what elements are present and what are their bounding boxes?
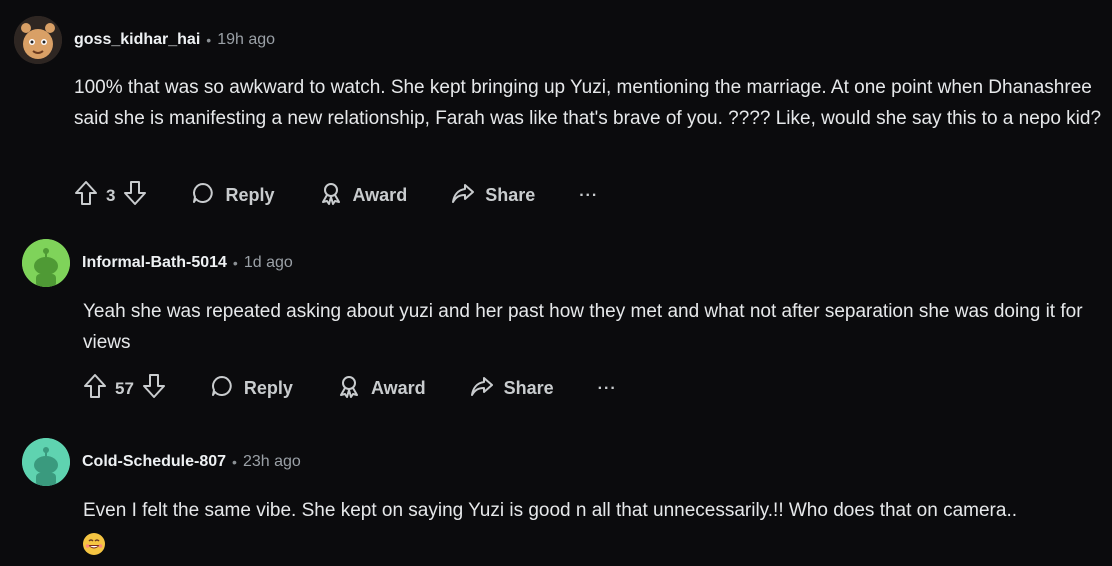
- vote-group: 3: [74, 180, 147, 211]
- timestamp[interactable]: 1d ago: [244, 254, 293, 272]
- share-icon: [451, 181, 485, 210]
- timestamp[interactable]: 23h ago: [243, 453, 301, 471]
- comment-header: goss_kidhar_hai • 19h ago: [14, 16, 275, 64]
- comment-actions: 3 Reply Award Share ···: [74, 180, 598, 211]
- award-button[interactable]: Award: [337, 374, 426, 403]
- grinning-face-emoji-icon: [83, 532, 105, 555]
- avatar[interactable]: [14, 16, 62, 64]
- comment-header: Cold-Schedule-807 • 23h ago: [22, 438, 301, 486]
- reply-icon: [191, 181, 225, 210]
- username[interactable]: Informal-Bath-5014: [82, 254, 227, 272]
- comment-actions: 57 Reply Award Share ···: [83, 373, 617, 404]
- reply-label: Reply: [243, 378, 293, 398]
- share-icon: [470, 374, 504, 403]
- share-button[interactable]: Share: [451, 181, 535, 210]
- award-button[interactable]: Award: [319, 181, 408, 210]
- more-options-icon[interactable]: ···: [579, 187, 598, 205]
- vote-count: 57: [115, 378, 134, 398]
- award-icon: [319, 181, 353, 210]
- separator-dot: •: [232, 255, 238, 271]
- share-label: Share: [503, 378, 554, 398]
- upvote-icon[interactable]: [74, 180, 98, 211]
- reply-icon: [210, 374, 244, 403]
- avatar[interactable]: [22, 239, 70, 287]
- award-label: Award: [370, 378, 426, 398]
- upvote-icon[interactable]: [83, 373, 107, 404]
- separator-dot: •: [206, 32, 212, 48]
- vote-group: 57: [83, 373, 166, 404]
- username[interactable]: goss_kidhar_hai: [74, 31, 200, 49]
- reply-label: Reply: [225, 185, 275, 205]
- comment-header: Informal-Bath-5014 • 1d ago: [22, 239, 293, 287]
- comment-text: Even I felt the same vibe. She kept on s…: [83, 495, 1108, 559]
- comment-text-content: Even I felt the same vibe. She kept on s…: [83, 500, 1017, 521]
- downvote-icon[interactable]: [142, 373, 166, 404]
- award-icon: [337, 374, 371, 403]
- share-button[interactable]: Share: [470, 374, 554, 403]
- share-label: Share: [485, 185, 536, 205]
- more-options-icon[interactable]: ···: [598, 380, 617, 398]
- downvote-icon[interactable]: [123, 180, 147, 211]
- comment-text: Yeah she was repeated asking about yuzi …: [83, 301, 1083, 353]
- comment-text: 100% that was so awkward to watch. She k…: [74, 77, 1102, 129]
- reply-button[interactable]: Reply: [191, 181, 275, 210]
- reply-button[interactable]: Reply: [210, 374, 293, 403]
- avatar[interactable]: [22, 438, 70, 486]
- username[interactable]: Cold-Schedule-807: [82, 453, 226, 471]
- award-label: Award: [352, 185, 408, 205]
- vote-count: 3: [106, 185, 116, 205]
- timestamp[interactable]: 19h ago: [217, 31, 275, 49]
- separator-dot: •: [232, 454, 237, 470]
